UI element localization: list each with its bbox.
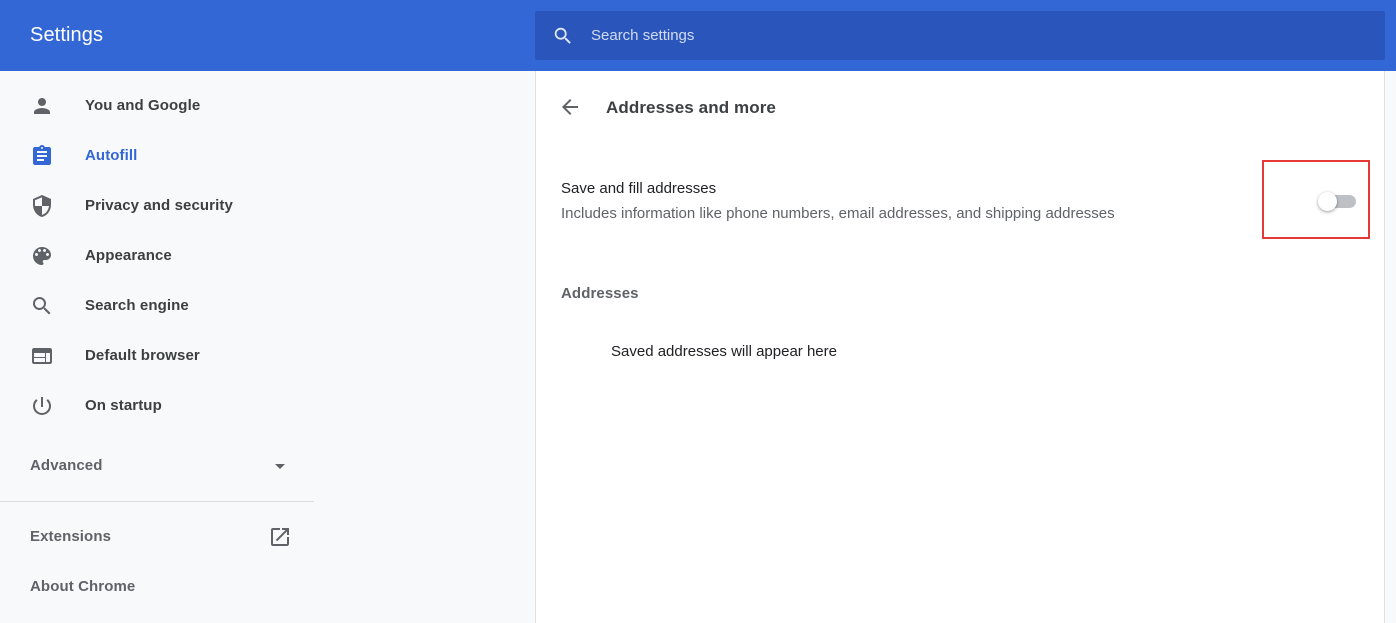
sidebar-item-you-and-google[interactable]: You and Google bbox=[0, 81, 314, 131]
sidebar-advanced-toggle[interactable]: Advanced bbox=[0, 441, 314, 491]
sidebar-item-autofill[interactable]: Autofill bbox=[0, 131, 314, 181]
page-title: Addresses and more bbox=[606, 98, 776, 117]
person-icon bbox=[34, 98, 50, 114]
app-title: Settings bbox=[30, 24, 104, 46]
dropdown-arrow-icon bbox=[275, 464, 285, 469]
sidebar-item-privacy-and-security[interactable]: Privacy and security bbox=[0, 181, 314, 231]
sidebar: You and Google Autofill Privacy and secu… bbox=[0, 71, 314, 623]
sidebar-item-search-engine[interactable]: Search engine bbox=[0, 281, 314, 331]
save-fill-addresses-label: Save and fill addresses bbox=[561, 180, 717, 197]
palette-icon bbox=[33, 247, 51, 265]
toggle-knob bbox=[1318, 192, 1337, 211]
power-icon bbox=[33, 397, 51, 415]
browser-window-icon bbox=[32, 348, 52, 364]
search-icon bbox=[33, 297, 51, 315]
sidebar-item-extensions[interactable]: Extensions bbox=[0, 512, 314, 562]
sidebar-item-about-chrome[interactable]: About Chrome bbox=[0, 562, 314, 612]
settings-card: Addresses and more Save and fill address… bbox=[535, 71, 1385, 623]
sidebar-item-label: Autofill bbox=[85, 147, 138, 164]
back-arrow-icon[interactable] bbox=[558, 95, 582, 119]
advanced-label: Advanced bbox=[30, 457, 103, 474]
sidebar-item-default-browser[interactable]: Default browser bbox=[0, 331, 314, 381]
top-bar: Settings bbox=[0, 0, 1396, 71]
sidebar-divider bbox=[0, 501, 314, 502]
save-fill-addresses-toggle[interactable] bbox=[1318, 192, 1358, 211]
about-chrome-label: About Chrome bbox=[30, 578, 136, 595]
sidebar-item-on-startup[interactable]: On startup bbox=[0, 381, 314, 431]
search-box[interactable] bbox=[535, 11, 1385, 60]
extensions-label: Extensions bbox=[30, 528, 112, 545]
sidebar-item-label: Appearance bbox=[85, 247, 172, 264]
search-icon[interactable] bbox=[552, 25, 574, 47]
addresses-section-header: Addresses bbox=[561, 285, 639, 302]
sidebar-item-label: You and Google bbox=[85, 97, 201, 114]
sidebar-item-appearance[interactable]: Appearance bbox=[0, 231, 314, 281]
sidebar-item-label: On startup bbox=[85, 397, 162, 414]
search-input[interactable] bbox=[591, 11, 1351, 60]
open-in-new-icon bbox=[271, 528, 289, 546]
empty-addresses-message: Saved addresses will appear here bbox=[611, 343, 837, 360]
sidebar-item-label: Privacy and security bbox=[85, 197, 233, 214]
autofill-clipboard-icon bbox=[33, 145, 51, 165]
sidebar-item-label: Default browser bbox=[85, 347, 200, 364]
sidebar-item-label: Search engine bbox=[85, 297, 189, 314]
save-fill-addresses-description: Includes information like phone numbers,… bbox=[561, 205, 1115, 222]
shield-icon bbox=[33, 195, 51, 217]
